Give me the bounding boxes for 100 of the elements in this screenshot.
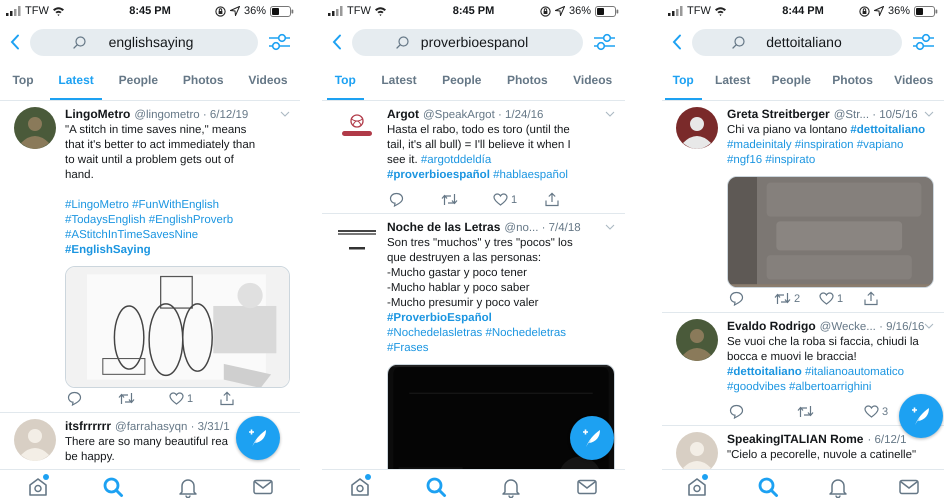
heart-icon[interactable] bbox=[493, 193, 508, 206]
home-icon[interactable] bbox=[686, 476, 708, 498]
user-name: Noche de las Letras bbox=[387, 220, 500, 234]
handle-date: @SpeakArgot · 1/24/16 bbox=[423, 109, 544, 121]
signal-icon bbox=[6, 6, 22, 16]
rotation-lock-icon bbox=[858, 6, 870, 16]
tab[interactable]: People bbox=[764, 62, 819, 100]
wifi-icon bbox=[52, 6, 65, 16]
wifi-icon bbox=[374, 6, 387, 16]
handle-date: · 6/12/1 bbox=[867, 434, 906, 446]
search-icon[interactable] bbox=[756, 476, 779, 498]
filter-sliders-icon[interactable] bbox=[593, 32, 615, 52]
tab[interactable]: Top bbox=[664, 62, 702, 100]
tweet-text: "A stitch in time saves nine," means that it's better to act immediately than to wait until a problem gets out of hand. #LingoMetro #FunWithEnglish #TodaysEnglish #EnglishProverb #AStitchInTimeSavesNine #EnglishSaying bbox=[65, 123, 256, 258]
tab[interactable]: Videos bbox=[565, 62, 620, 100]
tab[interactable]: Photos bbox=[174, 62, 232, 100]
search-icon bbox=[396, 36, 409, 48]
tab[interactable]: Videos bbox=[240, 62, 296, 100]
user-name: Argot bbox=[387, 107, 419, 121]
retweet-icon[interactable] bbox=[441, 193, 458, 206]
filter-sliders-icon[interactable] bbox=[912, 32, 934, 52]
tab[interactable]: People bbox=[434, 62, 490, 100]
reply-icon[interactable] bbox=[389, 192, 404, 207]
heart-icon[interactable] bbox=[169, 392, 184, 405]
reply-icon[interactable] bbox=[729, 291, 744, 306]
share-icon[interactable] bbox=[220, 391, 234, 406]
count-label: 2 bbox=[794, 292, 800, 304]
tab[interactable]: Videos bbox=[886, 62, 942, 100]
back-icon[interactable] bbox=[10, 34, 20, 50]
rotation-lock-icon bbox=[214, 6, 226, 16]
user-name: Greta Streitberger bbox=[727, 107, 830, 121]
share-icon[interactable] bbox=[864, 291, 878, 306]
tab[interactable]: Latest bbox=[50, 62, 102, 100]
handle-date: @farrahasyqn · 3/31/1 bbox=[115, 421, 230, 433]
handle-date: @lingometro · 6/12/19 bbox=[134, 109, 248, 121]
tab[interactable]: Top bbox=[4, 62, 42, 100]
tweet-text: "Cielo a pecorelle, nuvole a catinelle" bbox=[727, 448, 916, 463]
share-icon[interactable] bbox=[545, 192, 559, 207]
avatar[interactable] bbox=[14, 107, 56, 149]
tweet-text: Se vuoi che la roba si faccia, chiudi la bocca e muovi le braccia! #dettoitaliano #italianoautomatico #goodvibes #albertoarrighini bbox=[727, 335, 919, 395]
home-icon[interactable] bbox=[26, 476, 48, 498]
battery-icon bbox=[270, 6, 294, 16]
user-name: LingoMetro bbox=[65, 107, 130, 121]
battery-percent: 36% bbox=[244, 5, 266, 17]
search-field[interactable]: proverbioespanol bbox=[352, 28, 583, 56]
retweet-icon[interactable] bbox=[774, 292, 791, 305]
tweet-text: Chi va piano va lontano #dettoitaliano #madeinitaly #inspiration #vapiano #ngf16 #inspirato bbox=[727, 123, 926, 168]
heart-icon[interactable] bbox=[864, 405, 879, 418]
count-label: 3 bbox=[882, 406, 888, 418]
user-name: itsfrrrrrr bbox=[65, 419, 112, 433]
reply-icon[interactable] bbox=[67, 391, 82, 406]
retweet-icon[interactable] bbox=[796, 405, 814, 418]
tweet-text: There are so many beautiful rea be happy. bbox=[65, 435, 228, 465]
handle-date: @Str... · 10/5/16 bbox=[834, 109, 918, 121]
carrier-name: TFW bbox=[687, 5, 711, 17]
handle-date: @no... · 7/4/18 bbox=[504, 222, 581, 234]
signal-icon bbox=[668, 6, 684, 16]
search-icon[interactable] bbox=[102, 476, 124, 498]
avatar[interactable] bbox=[676, 107, 718, 149]
tweet-text: Hasta el rabo, todo es toro (until the tail, it's all bull) = I'll believe it when I see it. #argotddeldía #proverbioespañol #hablaespañol bbox=[387, 123, 571, 183]
tab[interactable]: Photos bbox=[824, 62, 881, 100]
battery-icon bbox=[595, 6, 619, 16]
tab[interactable]: People bbox=[110, 62, 166, 100]
avatar[interactable] bbox=[676, 319, 718, 361]
retweet-icon[interactable] bbox=[118, 392, 135, 405]
reply-icon[interactable] bbox=[729, 404, 744, 419]
tab[interactable]: Latest bbox=[707, 62, 758, 100]
clock-time: 8:45 PM bbox=[129, 5, 171, 17]
battery-percent: 36% bbox=[888, 5, 910, 17]
search-icon bbox=[732, 36, 745, 48]
location-icon bbox=[554, 6, 565, 16]
tweet-text: Son tres "muchos" y tres "pocos" los que destruyen a las personas: -Mucho gastar y poco tener -Mucho hablar y poco saber -Mucho presumir y poco valer #ProverbioEspañol #Nochedelasletras #Nochedeletras #Frases bbox=[387, 236, 573, 356]
wifi-icon bbox=[714, 6, 727, 16]
search-field[interactable]: dettoitaliano bbox=[692, 28, 902, 56]
handle-date: @Wecke... · 9/16/16 bbox=[820, 321, 924, 333]
clock-time: 8:45 PM bbox=[452, 5, 494, 17]
carrier-name: TFW bbox=[347, 5, 371, 17]
clock-time: 8:44 PM bbox=[782, 5, 824, 17]
tab[interactable]: Latest bbox=[373, 62, 425, 100]
filter-sliders-icon[interactable] bbox=[268, 32, 290, 52]
home-icon[interactable] bbox=[348, 476, 371, 498]
user-name: Evaldo Rodrigo bbox=[727, 319, 816, 333]
signal-icon bbox=[328, 6, 344, 16]
battery-percent: 36% bbox=[568, 5, 591, 17]
count-label: 1 bbox=[511, 194, 518, 206]
back-icon[interactable] bbox=[672, 34, 682, 50]
search-icon[interactable] bbox=[424, 476, 447, 498]
search-icon bbox=[73, 36, 86, 48]
count-label: 1 bbox=[187, 392, 194, 404]
location-icon bbox=[230, 6, 240, 16]
tab[interactable]: Top bbox=[326, 62, 364, 100]
user-name: SpeakingITALIAN Rome bbox=[727, 432, 864, 446]
location-icon bbox=[874, 6, 884, 16]
tab[interactable]: Photos bbox=[498, 62, 556, 100]
battery-icon bbox=[914, 6, 938, 16]
rotation-lock-icon bbox=[540, 6, 551, 16]
back-icon[interactable] bbox=[332, 34, 342, 50]
search-field[interactable]: englishsaying bbox=[30, 28, 258, 56]
heart-icon[interactable] bbox=[819, 292, 834, 305]
carrier-name: TFW bbox=[25, 5, 49, 17]
